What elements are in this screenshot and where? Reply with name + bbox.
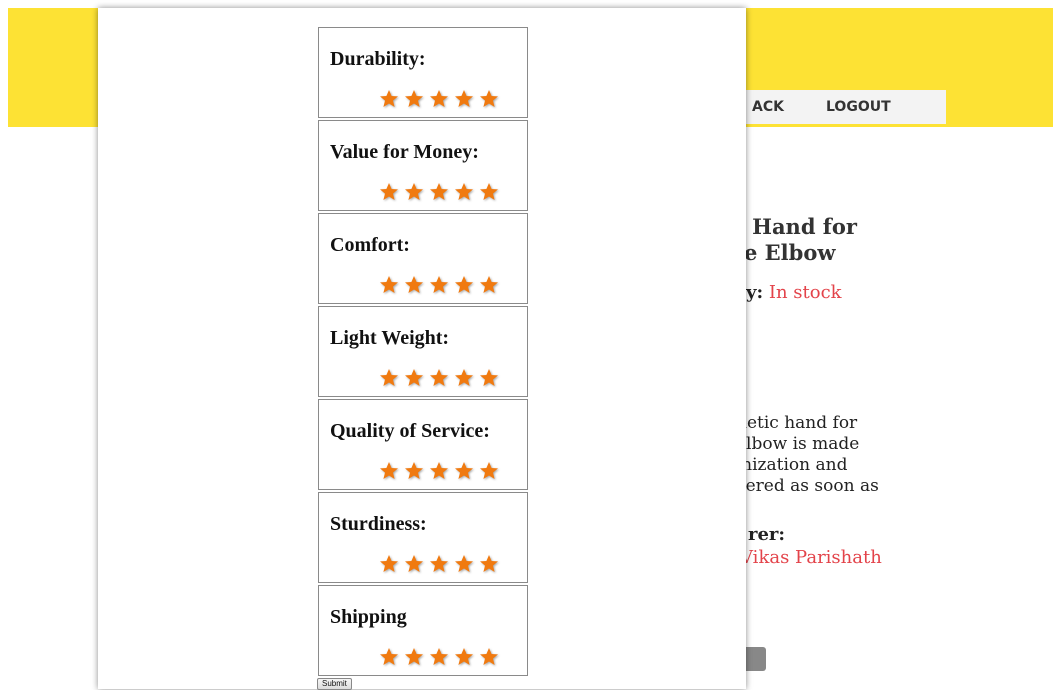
star-icon[interactable] — [379, 461, 404, 481]
manufacturer-value: Vikas Parishath — [740, 547, 882, 568]
rating-sturdiness: Sturdiness: — [318, 492, 528, 583]
star-icon[interactable] — [379, 89, 404, 109]
star-icon[interactable] — [429, 182, 454, 202]
star-icon[interactable] — [454, 647, 479, 667]
star-icon[interactable] — [479, 368, 504, 388]
manufacturer: rer: Vikas Parishath — [740, 524, 882, 568]
star-rating — [379, 368, 504, 390]
star-icon[interactable] — [454, 275, 479, 295]
star-icon[interactable] — [479, 89, 504, 109]
star-icon[interactable] — [404, 461, 429, 481]
star-rating — [379, 554, 504, 576]
star-icon[interactable] — [379, 554, 404, 574]
star-icon[interactable] — [479, 461, 504, 481]
rating-value-for-money: Value for Money: — [318, 120, 528, 211]
star-icon[interactable] — [429, 89, 454, 109]
star-icon[interactable] — [429, 461, 454, 481]
product-description: hetic hand for elbow is made mization an… — [736, 413, 1052, 497]
star-icon[interactable] — [379, 368, 404, 388]
star-icon[interactable] — [454, 182, 479, 202]
manufacturer-label: rer: — [748, 524, 786, 545]
rating-label: Sturdiness: — [330, 513, 427, 535]
description-line: hetic hand for — [736, 413, 858, 433]
star-rating — [379, 89, 504, 111]
star-icon[interactable] — [429, 554, 454, 574]
rating-shipping: Shipping — [318, 585, 528, 676]
description-line: elbow is made — [736, 434, 860, 454]
rating-light-weight: Light Weight: — [318, 306, 528, 397]
star-rating — [379, 461, 504, 483]
star-rating — [379, 647, 504, 669]
star-icon[interactable] — [404, 554, 429, 574]
submit-button[interactable]: Submit — [317, 678, 352, 690]
product-title: c Hand for e Elbow — [732, 214, 1052, 266]
star-icon[interactable] — [479, 647, 504, 667]
rating-label: Durability: — [330, 48, 426, 70]
star-icon[interactable] — [379, 275, 404, 295]
product-title-line: c Hand for — [732, 214, 857, 239]
nav-logout-link[interactable]: LOGOUT — [826, 99, 891, 115]
rating-quality-of-service: Quality of Service: — [318, 399, 528, 490]
nav-back-link[interactable]: ACK — [752, 99, 784, 115]
star-icon[interactable] — [429, 368, 454, 388]
star-icon[interactable] — [479, 554, 504, 574]
star-icon[interactable] — [379, 182, 404, 202]
product-title-line: e Elbow — [744, 240, 836, 265]
star-icon[interactable] — [429, 275, 454, 295]
star-icon[interactable] — [404, 368, 429, 388]
description-line: mization and — [736, 455, 848, 475]
star-rating — [379, 275, 504, 297]
star-icon[interactable] — [454, 554, 479, 574]
add-to-cart-button[interactable] — [746, 647, 766, 671]
rating-label: Comfort: — [330, 234, 410, 256]
rating-label: Value for Money: — [330, 141, 479, 163]
description-line: vered as soon as — [736, 476, 879, 496]
star-icon[interactable] — [454, 368, 479, 388]
star-icon[interactable] — [404, 647, 429, 667]
star-icon[interactable] — [479, 275, 504, 295]
star-icon[interactable] — [454, 461, 479, 481]
star-icon[interactable] — [454, 89, 479, 109]
star-icon[interactable] — [404, 89, 429, 109]
star-icon[interactable] — [404, 275, 429, 295]
availability: y: In stock — [746, 282, 842, 303]
star-icon[interactable] — [404, 182, 429, 202]
rating-label: Shipping — [330, 606, 407, 628]
rating-durability: Durability: — [318, 27, 528, 118]
star-icon[interactable] — [379, 647, 404, 667]
star-icon[interactable] — [479, 182, 504, 202]
star-rating — [379, 182, 504, 204]
availability-value: In stock — [768, 282, 842, 303]
rating-label: Light Weight: — [330, 327, 450, 349]
top-nav: ACK LOGOUT — [726, 90, 946, 124]
star-icon[interactable] — [429, 647, 454, 667]
rating-comfort: Comfort: — [318, 213, 528, 304]
rating-label: Quality of Service: — [330, 420, 490, 442]
availability-label: y: — [746, 282, 764, 303]
